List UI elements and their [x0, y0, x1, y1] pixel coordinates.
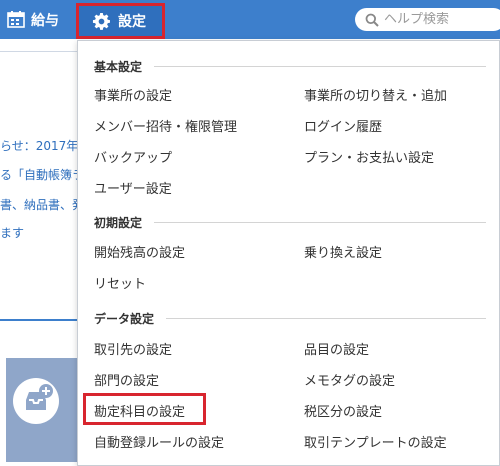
menu-item-migration[interactable]: 乗り換え設定: [304, 242, 382, 261]
section-divider: [154, 66, 486, 67]
help-search-input[interactable]: [384, 12, 494, 27]
divider: [0, 319, 80, 321]
menu-item-reset[interactable]: リセット: [94, 273, 146, 292]
section-title: 初期設定: [94, 216, 143, 230]
section-title: データ設定: [94, 312, 155, 326]
notice-line[interactable]: ます: [0, 224, 24, 241]
section-divider: [154, 222, 486, 223]
help-search: [355, 8, 500, 31]
divider: [0, 51, 80, 52]
nav-payroll[interactable]: 給与: [7, 0, 59, 39]
menu-item-auto-rules[interactable]: 自動登録ルールの設定: [94, 432, 224, 451]
section-initial-settings: 初期設定: [94, 214, 486, 231]
inbox-card[interactable]: [6, 358, 80, 462]
menu-item-departments[interactable]: 部門の設定: [94, 370, 159, 389]
calendar-icon: [7, 11, 25, 28]
section-title: 基本設定: [94, 60, 143, 74]
nav-payroll-label: 給与: [31, 12, 59, 29]
nav-settings[interactable]: 設定: [76, 3, 165, 39]
menu-item-switch-office[interactable]: 事業所の切り替え・追加: [304, 85, 447, 104]
menu-item-login-history[interactable]: ログイン履歴: [304, 116, 382, 135]
inbox-add-icon: [13, 378, 59, 424]
menu-item-opening-balance[interactable]: 開始残高の設定: [94, 242, 185, 261]
menu-item-backup[interactable]: バックアップ: [94, 147, 172, 166]
notice-line[interactable]: る「自動帳簿ラ: [0, 166, 84, 183]
search-icon: [365, 13, 379, 27]
settings-dropdown: 基本設定 事業所の設定 事業所の切り替え・追加 メンバー招待・権限管理 ログイン…: [77, 40, 500, 466]
notice-line[interactable]: 書、納品書、発: [0, 196, 84, 213]
top-nav-bar: 給与 設定: [0, 0, 500, 39]
menu-item-partners[interactable]: 取引先の設定: [94, 339, 172, 358]
gear-icon: [92, 12, 110, 30]
section-data-settings: データ設定: [94, 310, 486, 327]
menu-item-office-settings[interactable]: 事業所の設定: [94, 85, 172, 104]
menu-item-user-settings[interactable]: ユーザー設定: [94, 178, 172, 197]
menu-item-memo-tags[interactable]: メモタグの設定: [304, 370, 395, 389]
nav-settings-label: 設定: [118, 14, 146, 30]
menu-item-tax-categories[interactable]: 税区分の設定: [304, 401, 382, 420]
menu-item-items[interactable]: 品目の設定: [304, 339, 369, 358]
section-divider: [166, 318, 486, 319]
highlight-box: [83, 393, 206, 425]
menu-item-invite-members[interactable]: メンバー招待・権限管理: [94, 116, 237, 135]
notice-line[interactable]: らせ：2017年: [0, 137, 78, 154]
menu-item-plan-payment[interactable]: プラン・お支払い設定: [304, 147, 434, 166]
menu-item-templates[interactable]: 取引テンプレートの設定: [304, 432, 447, 451]
section-basic-settings: 基本設定: [94, 58, 486, 75]
